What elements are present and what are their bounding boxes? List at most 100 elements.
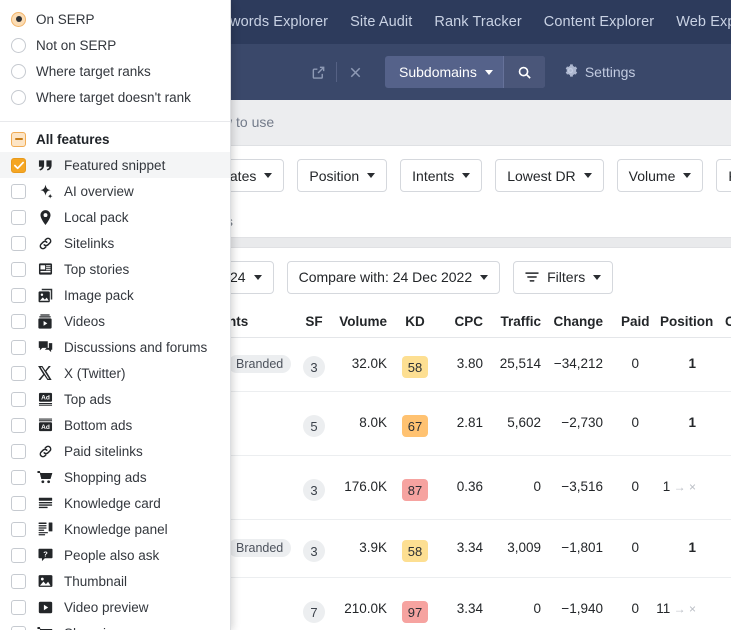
- feature-checkbox[interactable]: [11, 547, 26, 563]
- feature-checkbox[interactable]: [11, 573, 26, 589]
- radio-row-where-target-doesn-t-rank[interactable]: Where target doesn't rank: [0, 84, 230, 110]
- radio-row-not-on-serp[interactable]: Not on SERP: [0, 32, 230, 58]
- chevron-down-icon: [264, 173, 273, 178]
- feature-checkbox[interactable]: [11, 157, 26, 173]
- search-submit-button[interactable]: [502, 56, 545, 88]
- all-features-checkbox[interactable]: [11, 131, 26, 147]
- feature-checkbox[interactable]: [11, 469, 26, 485]
- quote-icon: [36, 157, 54, 173]
- nav-item-content-explorer[interactable]: Content Explorer: [544, 14, 654, 30]
- ad-bottom-icon: Ad: [36, 417, 54, 433]
- feature-row-paid-sitelinks[interactable]: Paid sitelinks: [0, 438, 230, 464]
- feature-row-video-preview[interactable]: Video preview: [0, 594, 230, 620]
- feature-checkbox[interactable]: [11, 521, 26, 537]
- feature-row-top-stories[interactable]: Top stories: [0, 256, 230, 282]
- feature-row-local-pack[interactable]: Local pack: [0, 204, 230, 230]
- radio-row-where-target-ranks[interactable]: Where target ranks: [0, 58, 230, 84]
- radio-button[interactable]: [11, 89, 26, 105]
- traffic-value: 0: [533, 479, 541, 494]
- column-header-cpc[interactable]: CPC: [445, 314, 483, 329]
- feature-row-people-also-ask[interactable]: ? People also ask: [0, 542, 230, 568]
- feature-row-knowledge-card[interactable]: Knowledge card: [0, 490, 230, 516]
- sf-count: 3: [303, 540, 325, 562]
- feature-checkbox[interactable]: [11, 495, 26, 511]
- radio-button[interactable]: [11, 11, 26, 27]
- feature-row-shopping[interactable]: Shopping: [0, 620, 230, 630]
- feature-row-image-pack[interactable]: Image pack: [0, 282, 230, 308]
- feature-checkbox[interactable]: [11, 209, 26, 225]
- cell-volume: 176.0K: [337, 479, 387, 494]
- feature-row-discussions-and-forums[interactable]: Discussions and forums: [0, 334, 230, 360]
- feature-checkbox[interactable]: [11, 287, 26, 303]
- radio-button[interactable]: [11, 63, 26, 79]
- filter-pills-secondary: 24 Compare with: 24 Dec 2022 Filters: [218, 260, 614, 294]
- filter-pill-intents[interactable]: Intents: [400, 159, 483, 192]
- filter-pill-filters[interactable]: Filters: [513, 260, 614, 294]
- map-pin-icon: [36, 209, 54, 225]
- cell-position: 1 → ×: [638, 479, 696, 494]
- search-mode-dropdown[interactable]: Subdomains: [385, 64, 503, 80]
- feature-row-x-twitter[interactable]: X (Twitter): [0, 360, 230, 386]
- feature-checkbox[interactable]: [11, 443, 26, 459]
- feature-checkbox[interactable]: [11, 625, 26, 630]
- feature-checkbox[interactable]: [11, 261, 26, 277]
- radio-button[interactable]: [11, 37, 26, 53]
- settings-button[interactable]: Settings: [563, 63, 636, 81]
- cell-kd: 58: [400, 356, 430, 378]
- feature-checkbox[interactable]: [11, 183, 26, 199]
- feature-row-featured-snippet[interactable]: Featured snippet: [0, 152, 230, 178]
- position-lost-icon: ×: [688, 602, 696, 616]
- cell-change: −1,940: [553, 601, 603, 616]
- cell-cpc: 3.34: [445, 540, 483, 555]
- feature-checkbox[interactable]: [11, 365, 26, 381]
- close-icon[interactable]: [337, 57, 373, 87]
- feature-checkbox[interactable]: [11, 391, 26, 407]
- nav-item-site-audit[interactable]: Site Audit: [350, 14, 412, 30]
- cell-sf: 7: [300, 601, 328, 623]
- feature-row-sitelinks[interactable]: Sitelinks: [0, 230, 230, 256]
- column-header-sf[interactable]: SF: [300, 314, 328, 329]
- nav-item-words-explorer[interactable]: words Explorer: [230, 14, 328, 30]
- external-link-icon[interactable]: [300, 57, 336, 87]
- feature-row-bottom-ads[interactable]: Ad Bottom ads: [0, 412, 230, 438]
- all-features-row[interactable]: All features: [0, 126, 230, 152]
- chat-bubbles-icon: [36, 339, 54, 355]
- feature-checkbox[interactable]: [11, 313, 26, 329]
- feature-checkbox[interactable]: [11, 417, 26, 433]
- filter-pill-kd[interactable]: KD: [716, 159, 731, 192]
- radio-row-on-serp[interactable]: On SERP: [0, 6, 230, 32]
- filter-pill-volume[interactable]: Volume: [616, 159, 704, 192]
- change-value: −3,516: [561, 479, 603, 494]
- column-header-c[interactable]: C: [725, 314, 731, 329]
- filter-icon: [525, 271, 539, 283]
- feature-checkbox[interactable]: [11, 339, 26, 355]
- settings-label: Settings: [584, 64, 636, 80]
- nav-item-rank-tracker[interactable]: Rank Tracker: [434, 14, 521, 30]
- column-header-volume[interactable]: Volume: [337, 314, 387, 329]
- feature-row-ai-overview[interactable]: AI overview: [0, 178, 230, 204]
- column-header-position[interactable]: Position: [660, 314, 713, 329]
- column-header-kd[interactable]: KD: [400, 314, 430, 329]
- feature-row-top-ads[interactable]: Ad Top ads: [0, 386, 230, 412]
- column-header-nts[interactable]: nts: [228, 314, 298, 329]
- feature-checkbox[interactable]: [11, 235, 26, 251]
- paid-value: 0: [631, 540, 639, 555]
- position-value: 1: [688, 540, 696, 555]
- nav-item-web-explorer[interactable]: Web Explorer: [676, 14, 731, 30]
- cell-kd: 58: [400, 540, 430, 562]
- column-header-traffic[interactable]: Traffic: [496, 314, 541, 329]
- kd-badge: 58: [402, 356, 428, 378]
- column-header-paid[interactable]: Paid: [621, 314, 650, 329]
- feature-checkbox[interactable]: [11, 599, 26, 615]
- filter-pill-position[interactable]: Position: [297, 159, 388, 192]
- feature-row-shopping-ads[interactable]: Shopping ads: [0, 464, 230, 490]
- filter-pill-compare-with-24-dec-2022[interactable]: Compare with: 24 Dec 2022: [286, 260, 501, 294]
- filter-pill-lowest-dr[interactable]: Lowest DR: [495, 159, 604, 192]
- cell-position: 1: [660, 356, 696, 371]
- chevron-down-icon: [253, 274, 262, 280]
- feature-row-knowledge-panel[interactable]: Knowledge panel: [0, 516, 230, 542]
- column-header-change[interactable]: Change: [553, 314, 603, 329]
- feature-row-thumbnail[interactable]: Thumbnail: [0, 568, 230, 594]
- feature-row-videos[interactable]: Videos: [0, 308, 230, 334]
- cpc-value: 3.80: [456, 356, 483, 371]
